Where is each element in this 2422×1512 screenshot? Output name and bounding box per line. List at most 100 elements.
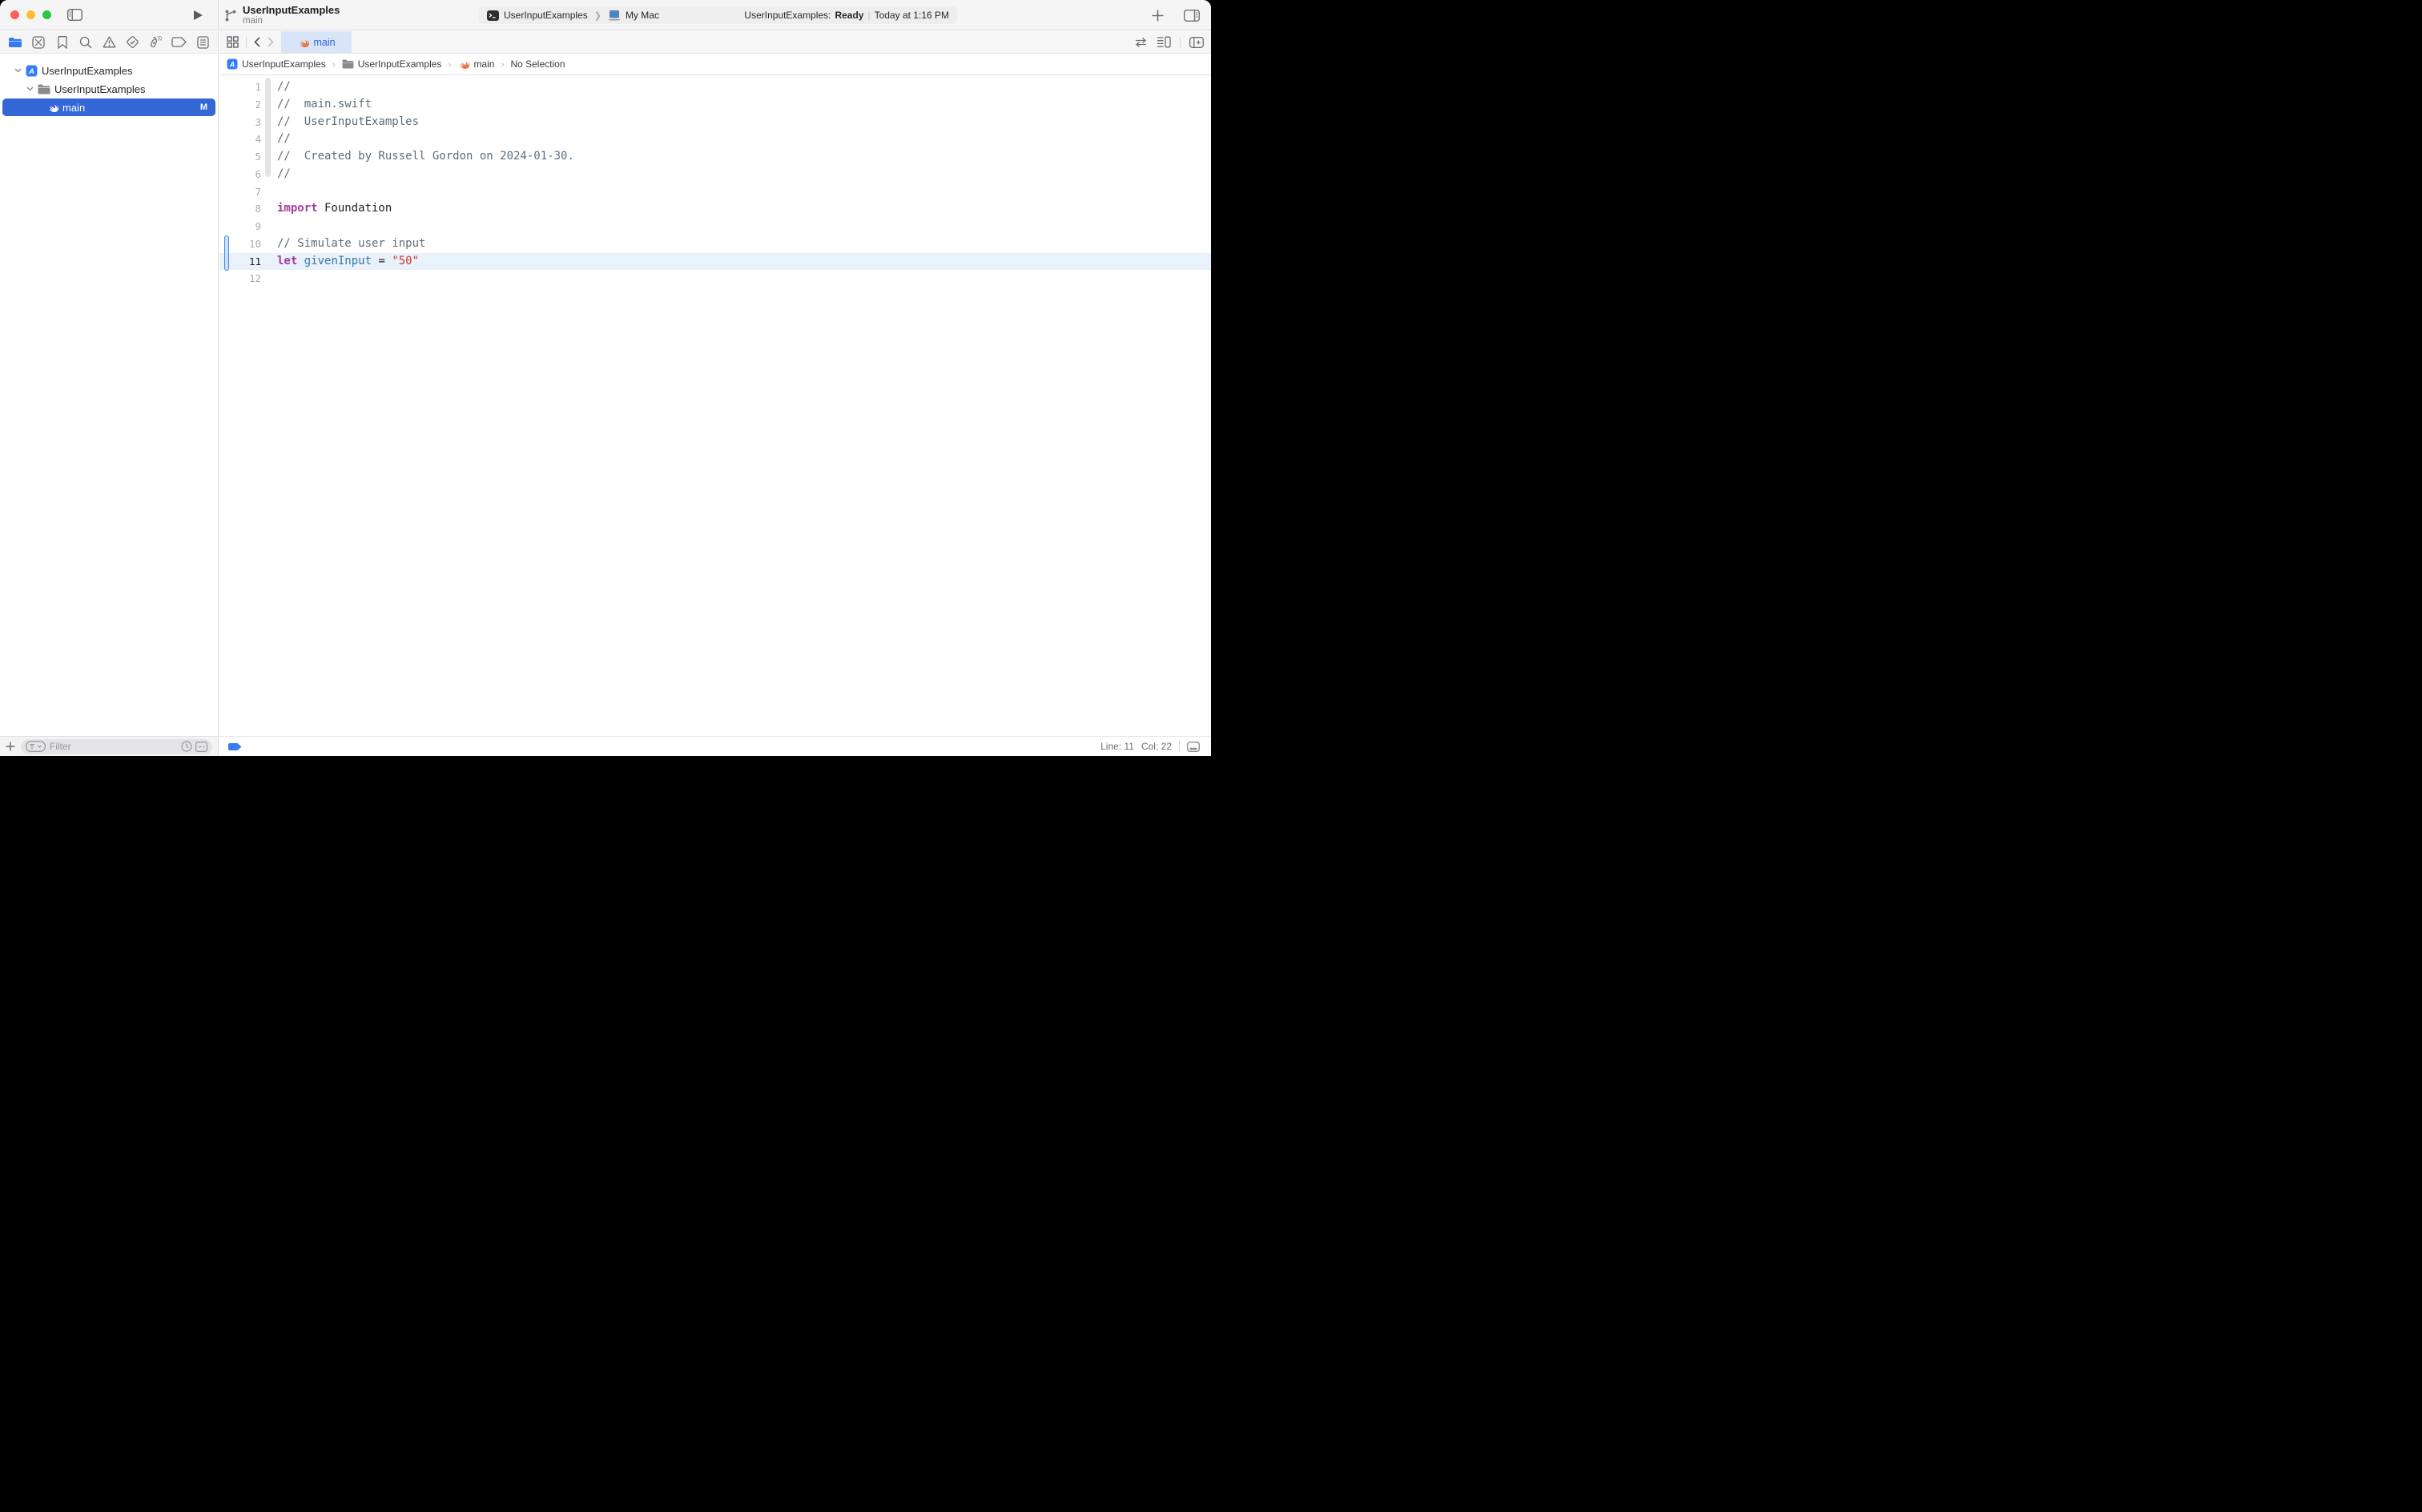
breadcrumb-project[interactable]: A UserInputExamples: [227, 58, 326, 70]
scheme-destination-label: My Mac: [626, 10, 659, 21]
bookmark-icon[interactable]: [54, 36, 70, 49]
xcode-window: UserInputExamples main UserInputExamples…: [0, 0, 1211, 756]
breadcrumb-label: No Selection: [510, 58, 565, 70]
line-number: 4: [219, 131, 261, 148]
show-changes-plusminus-icon[interactable]: [195, 742, 207, 752]
breadcrumb-file[interactable]: main: [457, 58, 494, 70]
line-label: Line:: [1100, 741, 1121, 752]
editor-options-controls: [1134, 31, 1211, 53]
code-text: //: [261, 78, 291, 96]
code-line-11[interactable]: 11let givenInput = "50": [219, 253, 1211, 271]
chevron-down-icon[interactable]: [24, 86, 35, 91]
line-number: 1: [219, 78, 261, 96]
library-add-button[interactable]: [1152, 10, 1164, 22]
reports-list-icon[interactable]: [195, 36, 211, 49]
issues-warning-icon[interactable]: [101, 36, 117, 48]
code-text: // Simulate user input: [261, 235, 425, 253]
line-number: 5: [219, 148, 261, 166]
breakpoints-tag-icon[interactable]: [171, 37, 187, 47]
breadcrumb-separator: ›: [330, 58, 338, 70]
tree-item-label: main: [62, 102, 85, 114]
breadcrumb-label: UserInputExamples: [242, 58, 326, 70]
tree-row-main-selected[interactable]: main M: [2, 99, 215, 116]
activity-status[interactable]: UserInputExamples: Ready | Today at 1:16…: [744, 10, 949, 21]
swift-icon: [457, 58, 469, 70]
code-line-3[interactable]: 3// UserInputExamples: [219, 114, 1211, 131]
related-items-grid-icon[interactable]: [227, 36, 239, 48]
line-value: 11: [1124, 741, 1133, 752]
zoom-window-button[interactable]: [42, 10, 51, 19]
code-line-9[interactable]: 9: [219, 218, 1211, 235]
status-project-label: UserInputExamples:: [744, 10, 831, 21]
tab-bar-left-controls: [219, 31, 281, 53]
code-line-8[interactable]: 8import Foundation: [219, 200, 1211, 218]
tree-row-group[interactable]: UserInputExamples: [2, 80, 215, 98]
toggle-bottom-bar-icon[interactable]: [1187, 742, 1200, 752]
line-number: 8: [219, 200, 261, 218]
line-number: 6: [219, 166, 261, 183]
editor-pane: main A UserInputExamples: [219, 31, 1211, 756]
folder-icon: [38, 84, 50, 94]
project-navigator-folder-icon[interactable]: [7, 37, 23, 48]
code-line-7[interactable]: 7: [219, 183, 1211, 201]
filter-placeholder: Filter: [50, 741, 181, 752]
code-text: //: [261, 131, 291, 148]
code-review-arrows-icon[interactable]: [1134, 37, 1148, 48]
code-line-5[interactable]: 5// Created by Russell Gordon on 2024-01…: [219, 148, 1211, 166]
breakpoint-arrow-icon[interactable]: [228, 743, 242, 750]
swift-file-icon: [46, 102, 58, 113]
tab-label: main: [313, 37, 335, 48]
search-icon[interactable]: [78, 36, 94, 49]
adjust-editor-options-icon[interactable]: [1157, 36, 1171, 48]
breadcrumb-no-selection[interactable]: No Selection: [510, 58, 565, 70]
filter-field[interactable]: Filter: [21, 739, 212, 754]
code-text: let givenInput = "50": [261, 253, 419, 271]
code-line-1[interactable]: 1//: [219, 78, 1211, 96]
breadcrumb-label: main: [473, 58, 494, 70]
run-button[interactable]: [193, 10, 203, 21]
code-text: //: [261, 166, 291, 183]
scheme-left[interactable]: UserInputExamples ❯ My Mac: [487, 10, 659, 21]
tree-row-project[interactable]: A UserInputExamples: [2, 62, 215, 79]
breadcrumb-group[interactable]: UserInputExamples: [342, 58, 442, 70]
code-line-2[interactable]: 2// main.swift: [219, 96, 1211, 114]
branch-icon: [224, 9, 237, 22]
code-lines: 1//2// main.swift3// UserInputExamples4/…: [219, 76, 1211, 288]
debug-spray-icon[interactable]: [148, 35, 164, 49]
code-line-4[interactable]: 4//: [219, 131, 1211, 148]
toggle-navigator-icon[interactable]: [67, 9, 82, 21]
go-back-icon[interactable]: [254, 37, 260, 47]
code-line-6[interactable]: 6//: [219, 166, 1211, 183]
minimize-window-button[interactable]: [26, 10, 35, 19]
toggle-inspector-icon[interactable]: [1184, 10, 1200, 22]
chevron-right-icon: ❯: [594, 10, 601, 21]
tree-item-label: UserInputExamples: [42, 65, 132, 77]
recent-files-clock-icon[interactable]: [181, 741, 192, 752]
filter-options-icon[interactable]: [26, 741, 46, 752]
swift-icon: [297, 37, 309, 48]
xcode-project-icon: A: [26, 65, 38, 77]
breadcrumb-separator: ›: [445, 58, 453, 70]
divider: [246, 37, 247, 48]
close-window-button[interactable]: [10, 10, 19, 19]
split-editor-icon[interactable]: [1189, 37, 1204, 48]
scheme-selector[interactable]: UserInputExamples ❯ My Mac UserInputExam…: [479, 6, 957, 24]
line-number: 7: [219, 183, 261, 201]
project-title-block: UserInputExamples main: [224, 0, 340, 30]
col-value: 22: [1161, 741, 1172, 752]
line-number: 9: [219, 218, 261, 235]
add-file-button[interactable]: [6, 742, 15, 751]
line-number: 12: [219, 270, 261, 288]
go-forward-icon[interactable]: [268, 37, 274, 47]
code-line-10[interactable]: 10// Simulate user input: [219, 235, 1211, 253]
window-subtitle-branch: main: [243, 16, 340, 26]
source-editor[interactable]: 1//2// main.swift3// UserInputExamples4/…: [219, 76, 1211, 736]
tab-main[interactable]: main: [281, 31, 352, 53]
source-control-icon[interactable]: [30, 36, 46, 49]
code-line-12[interactable]: 12: [219, 270, 1211, 288]
tests-diamond-icon[interactable]: [124, 35, 140, 49]
chevron-down-icon[interactable]: [12, 68, 23, 73]
code-text: // Created by Russell Gordon on 2024-01-…: [261, 148, 574, 166]
tab-bar: main: [219, 31, 1211, 54]
code-text: // main.swift: [261, 96, 372, 114]
